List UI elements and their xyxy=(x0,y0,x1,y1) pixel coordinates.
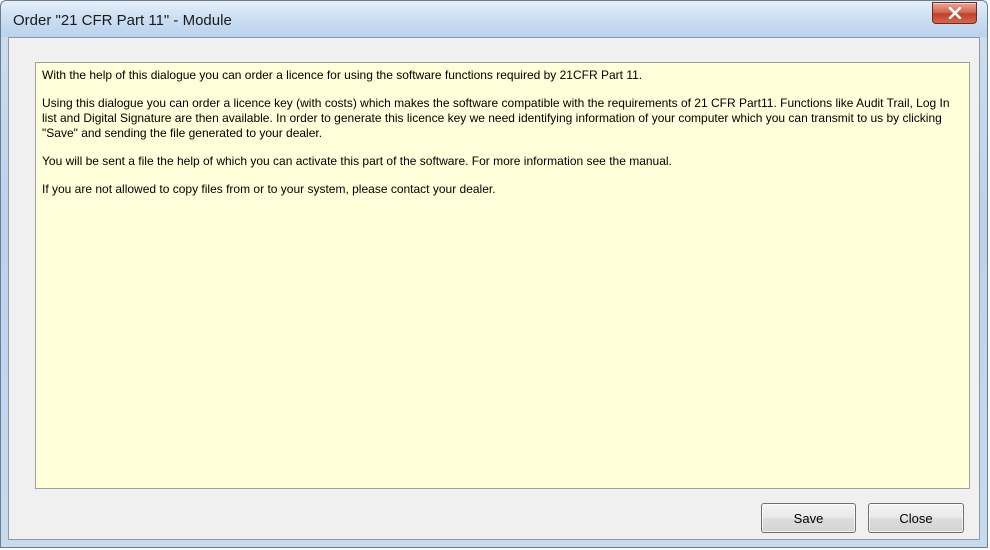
close-button[interactable]: Close xyxy=(868,503,964,533)
message-paragraph: Using this dialogue you can order a lice… xyxy=(42,96,950,140)
window-close-button[interactable] xyxy=(932,2,977,24)
info-message-box: With the help of this dialogue you can o… xyxy=(35,62,970,489)
dialog-client-area: With the help of this dialogue you can o… xyxy=(8,37,980,540)
message-paragraph: With the help of this dialogue you can o… xyxy=(42,68,643,82)
dialog-window: Order "21 CFR Part 11" - Module With the… xyxy=(0,0,988,548)
message-paragraph: You will be sent a file the help of whic… xyxy=(42,154,672,168)
save-button[interactable]: Save xyxy=(761,503,856,533)
message-paragraph: If you are not allowed to copy files fro… xyxy=(42,182,496,196)
close-x-icon xyxy=(948,7,962,19)
title-bar[interactable]: Order "21 CFR Part 11" - Module xyxy=(1,1,987,37)
window-title: Order "21 CFR Part 11" - Module xyxy=(13,12,232,29)
